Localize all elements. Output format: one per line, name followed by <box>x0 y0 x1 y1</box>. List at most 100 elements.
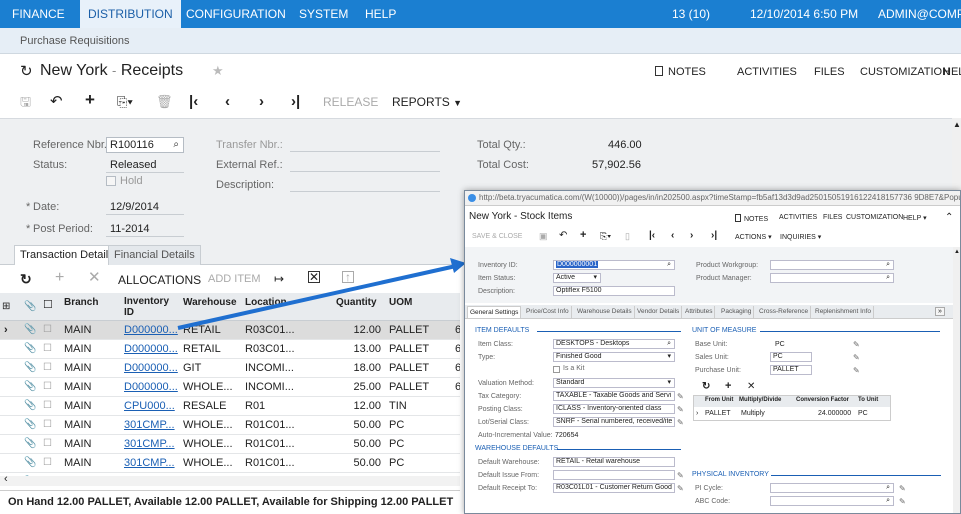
description-field[interactable] <box>290 191 440 192</box>
quantity-cell[interactable]: 12.00 <box>333 324 381 336</box>
popup-description-field[interactable]: Optiflex F5100 <box>553 286 675 296</box>
reports-menu[interactable]: REPORTS ▼ <box>392 95 462 109</box>
files-link[interactable]: FILES <box>814 66 845 78</box>
pi-cycle-search-icon[interactable]: ⌕ <box>886 484 890 492</box>
abc-code-edit-icon[interactable]: ✎ <box>899 497 906 506</box>
branch-cell[interactable]: MAIN <box>64 419 92 431</box>
grid-add-icon[interactable]: + <box>55 270 64 286</box>
popup-product-workgroup-field[interactable]: ⌕ <box>770 260 894 270</box>
popup-tab-cross-reference[interactable]: Cross-Reference <box>757 306 812 318</box>
branch-cell[interactable]: MAIN <box>64 324 92 336</box>
quantity-cell[interactable]: 13.00 <box>333 343 381 355</box>
nav-system[interactable]: SYSTEM <box>291 0 356 28</box>
sales-unit-edit-icon[interactable]: ✎ <box>853 353 860 362</box>
popup-tab-warehouse-details[interactable]: Warehouse Details <box>575 306 635 318</box>
date-field[interactable]: 12/9/2014 <box>110 201 159 213</box>
purchase-unit-edit-icon[interactable]: ✎ <box>853 366 860 375</box>
col-header-uom[interactable]: UOM <box>389 297 412 308</box>
activities-link[interactable]: ACTIVITIES <box>737 66 797 78</box>
lot-serial-edit-icon[interactable]: ✎ <box>677 418 684 427</box>
inventory-id-link[interactable]: D000000... <box>124 362 178 374</box>
inventory-id-link[interactable]: 301CMP... <box>124 438 175 450</box>
reference-nbr-field[interactable]: R100116 ⌕ <box>106 137 184 153</box>
popup-help-link[interactable]: HELP ▾ <box>903 214 927 222</box>
uom-cell[interactable]: PC <box>389 438 404 450</box>
uom-col-multiply-divide[interactable]: Multiply/Divide <box>739 397 781 403</box>
is-kit-checkbox[interactable] <box>553 366 560 373</box>
popup-scroll-up-icon[interactable]: ▲ <box>954 249 960 255</box>
row-attachment-icon[interactable]: 📎 <box>24 400 36 411</box>
uom-col-from-unit[interactable]: From Unit <box>705 397 733 403</box>
posting-class-edit-icon[interactable]: ✎ <box>677 405 684 414</box>
branch-cell[interactable]: MAIN <box>64 343 92 355</box>
tab-transaction-details[interactable]: Transaction Details <box>14 245 120 266</box>
default-receipt-to-field[interactable]: R03C01L01 - Customer Return Good <box>553 483 675 493</box>
popup-tab-vendor-details[interactable]: Vendor Details <box>635 306 683 318</box>
popup-workgroup-search-icon[interactable]: ⌕ <box>886 261 890 269</box>
col-header-branch[interactable]: Branch <box>64 297 98 308</box>
location-cell[interactable]: INCOMI... <box>245 362 294 374</box>
scroll-up-icon[interactable]: ▲ <box>953 120 961 129</box>
popup-add-icon[interactable]: + <box>580 229 586 241</box>
posting-class-field[interactable]: ICLASS - Inventory-oriented class <box>553 404 675 414</box>
popup-save-icon[interactable]: ▣ <box>539 231 548 242</box>
popup-inquiries-menu[interactable]: INQUIRIES ▾ <box>780 233 821 241</box>
refresh-icon[interactable]: ↻ <box>20 62 33 80</box>
tax-category-edit-icon[interactable]: ✎ <box>677 392 684 401</box>
warehouse-cell[interactable]: WHOLE... <box>183 457 233 469</box>
add-icon[interactable]: + <box>85 91 95 108</box>
quantity-cell[interactable]: 25.00 <box>333 381 381 393</box>
popup-tab-packaging[interactable]: Packaging <box>719 306 755 318</box>
copy-paste-icon[interactable]: ⎘▾ <box>117 94 133 110</box>
warehouse-cell[interactable]: WHOLE... <box>183 438 233 450</box>
location-cell[interactable]: R01 <box>245 400 265 412</box>
uom-cell[interactable]: PALLET <box>389 324 429 336</box>
pi-cycle-field[interactable]: ⌕ <box>770 483 894 493</box>
nav-finance[interactable]: FINANCE <box>4 0 73 28</box>
row-note-icon[interactable]: ☐ <box>43 324 52 335</box>
valuation-method-select[interactable]: Standard ▾ <box>553 378 675 388</box>
uom-col-conversion-factor[interactable]: Conversion Factor <box>796 397 849 403</box>
warehouse-cell[interactable]: WHOLE... <box>183 381 233 393</box>
location-cell[interactable]: R03C01... <box>245 324 295 336</box>
popup-save-close-button[interactable]: SAVE & CLOSE <box>472 233 522 240</box>
warehouse-cell[interactable]: WHOLE... <box>183 419 233 431</box>
uom-delete-icon[interactable]: ✕ <box>747 381 755 392</box>
col-header-quantity[interactable]: Quantity <box>336 297 377 308</box>
base-unit-edit-icon[interactable]: ✎ <box>853 340 860 349</box>
last-record-icon[interactable]: ›| <box>291 94 300 110</box>
lot-serial-class-field[interactable]: SNRF - Serial numbered, received/ite <box>553 417 675 427</box>
table-row[interactable]: 📎 ☐ MAIN 301CMP... WHOLE... R01C01... 50.00 PC <box>0 416 460 435</box>
branch-cell[interactable]: MAIN <box>64 362 92 374</box>
uom-row-conversion-factor[interactable]: 24.000000 <box>818 410 851 417</box>
popup-customization-link[interactable]: CUSTOMIZATION <box>846 214 903 221</box>
grid-horizontal-scrollbar[interactable]: ‹ <box>0 473 460 486</box>
row-note-icon[interactable]: ☐ <box>43 381 52 392</box>
warehouse-cell[interactable]: RETAIL <box>183 343 221 355</box>
popup-next-icon[interactable]: › <box>690 230 693 241</box>
row-note-icon[interactable]: ☐ <box>43 438 52 449</box>
notes-link[interactable]: NOTES <box>655 66 706 78</box>
abc-code-search-icon[interactable]: ⌕ <box>886 497 890 505</box>
row-attachment-icon[interactable]: 📎 <box>24 343 36 354</box>
table-row[interactable]: 📎 ☐ MAIN D000000... WHOLE... INCOMI... 25.00 PA… <box>0 378 460 397</box>
uom-cell[interactable]: PC <box>389 457 404 469</box>
quantity-cell[interactable]: 18.00 <box>333 362 381 374</box>
popup-activities-link[interactable]: ACTIVITIES <box>779 214 817 221</box>
inventory-id-link[interactable]: D000000... <box>124 343 178 355</box>
popup-vertical-scrollbar[interactable]: ▲ <box>953 247 960 513</box>
fit-columns-icon[interactable]: ↦ <box>274 271 284 287</box>
uom-row-selector-icon[interactable]: › <box>696 410 698 417</box>
undo-icon[interactable]: ↶ <box>50 94 63 110</box>
uom-cell[interactable]: PALLET <box>389 381 429 393</box>
popup-files-link[interactable]: FILES <box>823 214 842 221</box>
row-note-icon[interactable]: ☐ <box>43 419 52 430</box>
favorite-star-icon[interactable]: ★ <box>212 63 224 79</box>
popup-manager-search-icon[interactable]: ⌕ <box>886 274 890 282</box>
popup-tab-attributes[interactable]: Attributes <box>683 306 716 318</box>
popup-prev-icon[interactable]: ‹ <box>671 230 674 241</box>
row-selector-icon[interactable]: ⊞ <box>2 301 10 312</box>
purchase-unit-field[interactable]: PALLET <box>770 365 812 375</box>
export-excel-icon[interactable]: ✕ <box>308 271 320 283</box>
row-note-icon[interactable]: ☐ <box>43 343 52 354</box>
